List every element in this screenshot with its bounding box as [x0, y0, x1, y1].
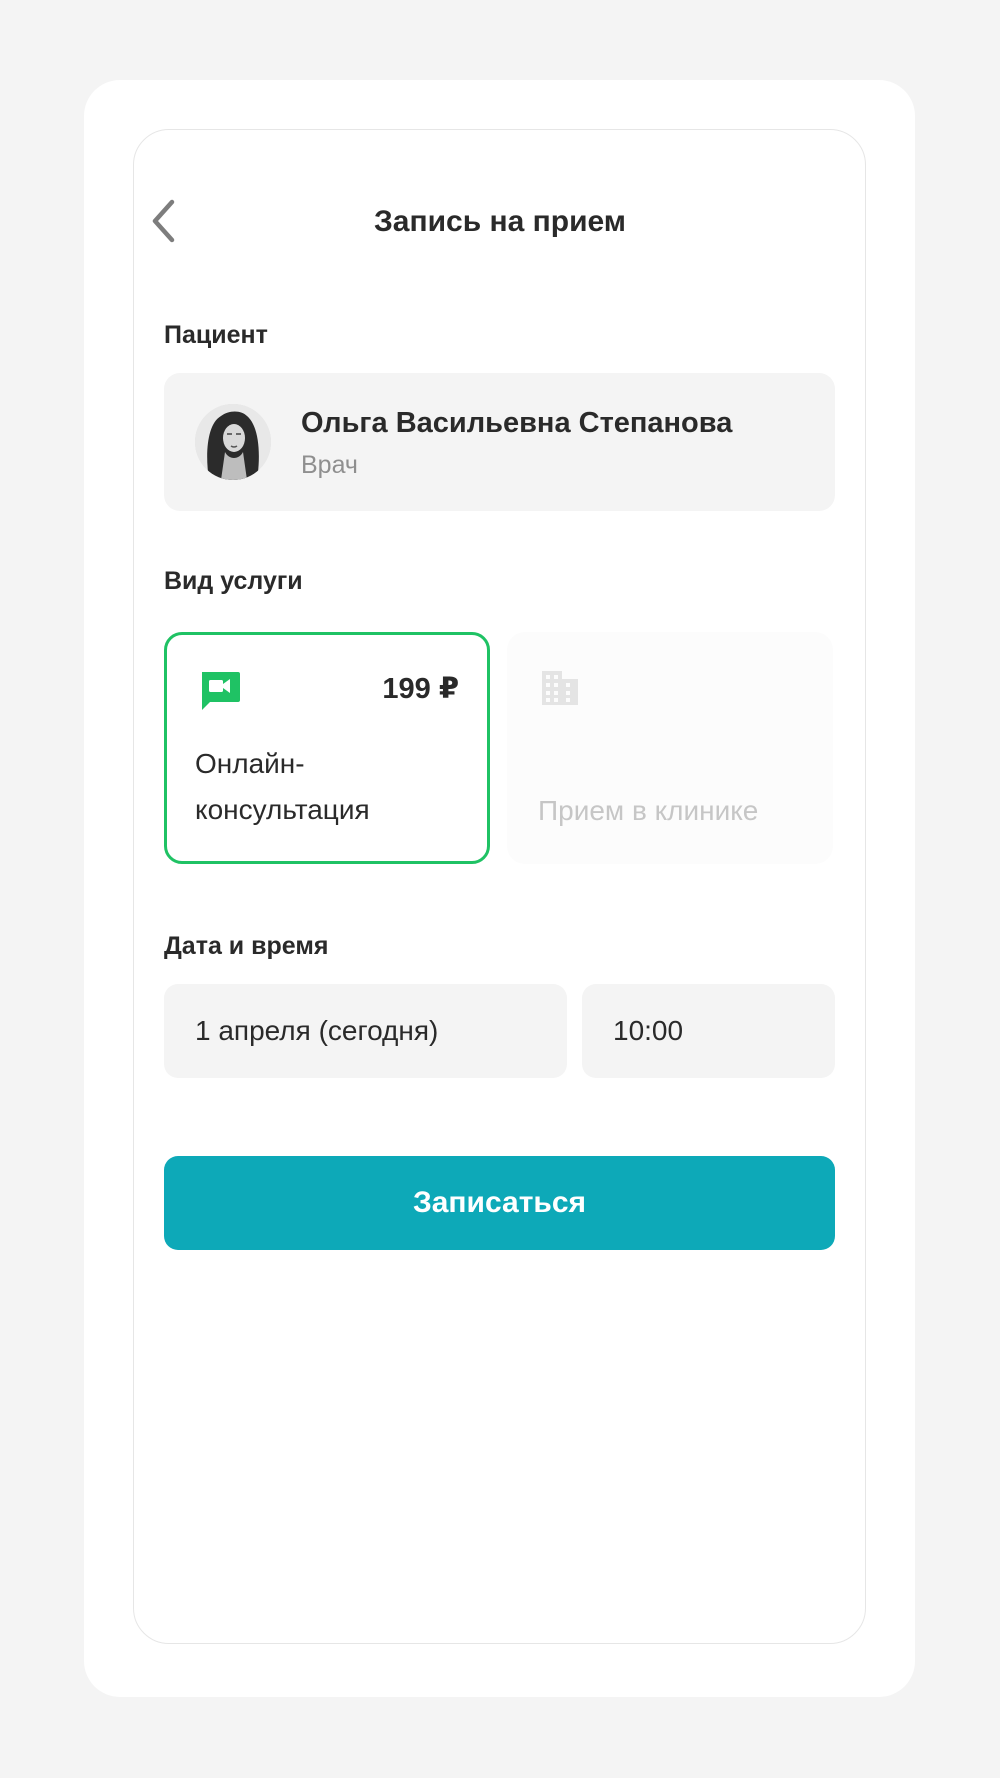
- chevron-left-icon: [152, 199, 175, 243]
- phone-frame: [133, 129, 866, 1644]
- service-label: Прием в клинике: [538, 795, 759, 826]
- back-button[interactable]: [143, 196, 183, 246]
- date-field[interactable]: 1 апреля (сегодня): [164, 984, 567, 1078]
- patient-name: Ольга Васильевна Степанова: [301, 407, 733, 439]
- video-chat-icon: [202, 672, 240, 710]
- patient-role: Врач: [301, 451, 358, 479]
- service-label: Онлайн-консультация: [195, 748, 370, 825]
- service-option-online[interactable]: 199 ₽ Онлайн-консультация: [164, 632, 490, 864]
- datetime-section-label: Дата и время: [164, 932, 329, 960]
- patient-section-label: Пациент: [164, 321, 268, 349]
- time-field[interactable]: 10:00: [582, 984, 835, 1078]
- page-title: Запись на прием: [373, 205, 626, 238]
- service-option-clinic[interactable]: Прием в клинике: [507, 632, 833, 864]
- service-price: 199 ₽: [382, 673, 459, 705]
- submit-button[interactable]: Записаться: [164, 1156, 835, 1250]
- service-section-label: Вид услуги: [164, 567, 303, 595]
- patient-card[interactable]: Ольга Васильевна Степанова Врач: [164, 373, 835, 511]
- building-icon: [542, 671, 578, 705]
- avatar: [195, 404, 271, 480]
